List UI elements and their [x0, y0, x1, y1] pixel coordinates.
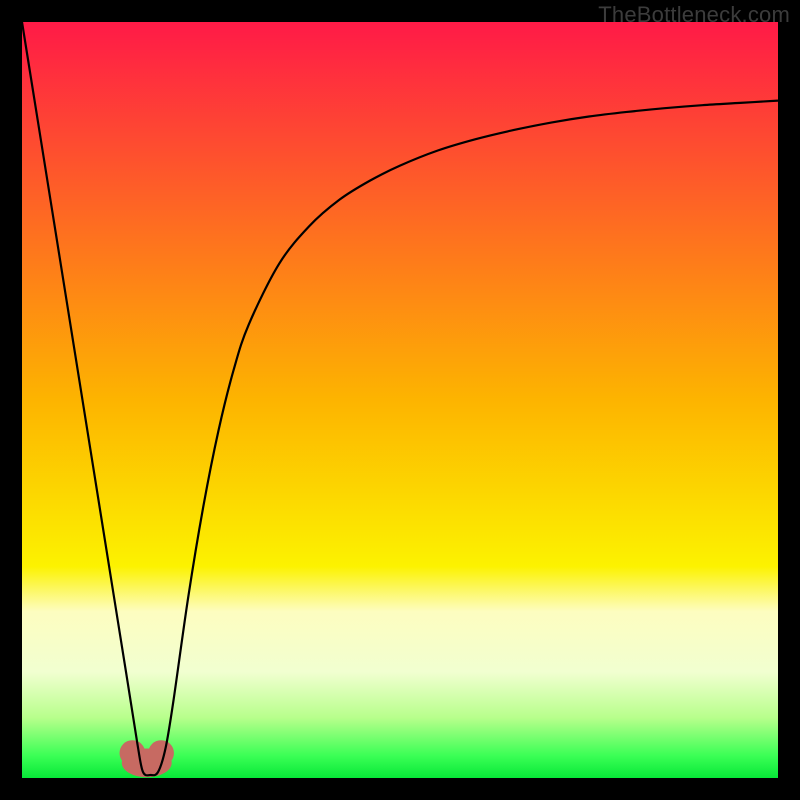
chart-frame: TheBottleneck.com — [0, 0, 800, 800]
plot-area — [22, 22, 778, 778]
gradient-background — [22, 22, 778, 778]
chart-svg — [22, 22, 778, 778]
